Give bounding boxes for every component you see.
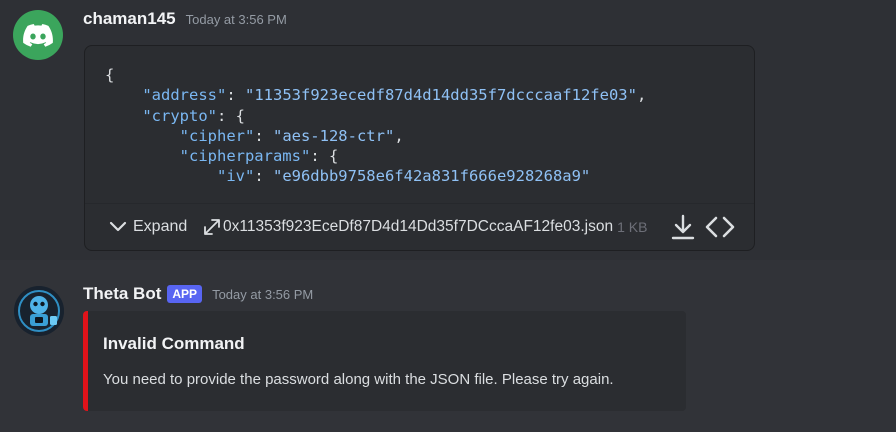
code-brackets-icon: [705, 216, 735, 238]
embed-description: You need to provide the password along w…: [103, 371, 614, 388]
file-toolbar: Expand 0x11353f923EceDf87D4d14Dd35f7DCcc…: [85, 203, 754, 251]
bot-avatar[interactable]: [14, 286, 64, 336]
message-header: chaman145 Today at 3:56 PM: [83, 9, 287, 29]
error-embed: Invalid Command You need to provide the …: [83, 311, 686, 411]
bot-name[interactable]: Theta Bot: [83, 284, 161, 304]
file-name: 0x11353f923EceDf87D4d14Dd35f7DCccaAF12fe…: [223, 218, 614, 235]
discord-logo-icon: [23, 23, 53, 47]
timestamp: Today at 3:56 PM: [185, 12, 287, 27]
code-line: "address": "11353f923ecedf87d4d14dd35f7d…: [142, 86, 647, 105]
download-button[interactable]: [671, 214, 695, 245]
chevron-down-icon: [109, 221, 127, 232]
file-size: 1 KB: [617, 219, 648, 235]
expand-button[interactable]: Expand: [109, 218, 187, 236]
code-line: "crypto": {: [142, 106, 245, 125]
username[interactable]: chaman145: [83, 9, 176, 29]
message-chaman145: chaman145 Today at 3:56 PM { "address": …: [0, 0, 896, 260]
code-line: {: [105, 66, 115, 84]
code-preview: { "address": "11353f923ecedf87d4d14dd35f…: [105, 65, 646, 187]
json-file-attachment: { "address": "11353f923ecedf87d4d14dd35f…: [84, 45, 755, 251]
bot-message-header: Theta Bot APP Today at 3:56 PM: [83, 284, 313, 304]
fullscreen-arrows-icon: [204, 219, 220, 235]
download-icon: [671, 214, 695, 240]
code-line: "iv": "e96dbb9758e6f42a831f666e928268a9": [216, 167, 591, 186]
view-code-button[interactable]: [705, 214, 735, 245]
user-avatar[interactable]: [13, 10, 63, 60]
expand-label: Expand: [133, 218, 188, 235]
file-link[interactable]: 0x11353f923EceDf87D4d14Dd35f7DCccaAF12fe…: [203, 218, 647, 236]
robot-avatar-icon: [14, 286, 64, 336]
timestamp: Today at 3:56 PM: [212, 286, 314, 302]
code-line: "cipher": "aes-128-ctr",: [179, 126, 404, 145]
code-line: "cipherparams": {: [179, 147, 339, 166]
app-badge: APP: [167, 285, 203, 303]
embed-title: Invalid Command: [103, 334, 245, 353]
